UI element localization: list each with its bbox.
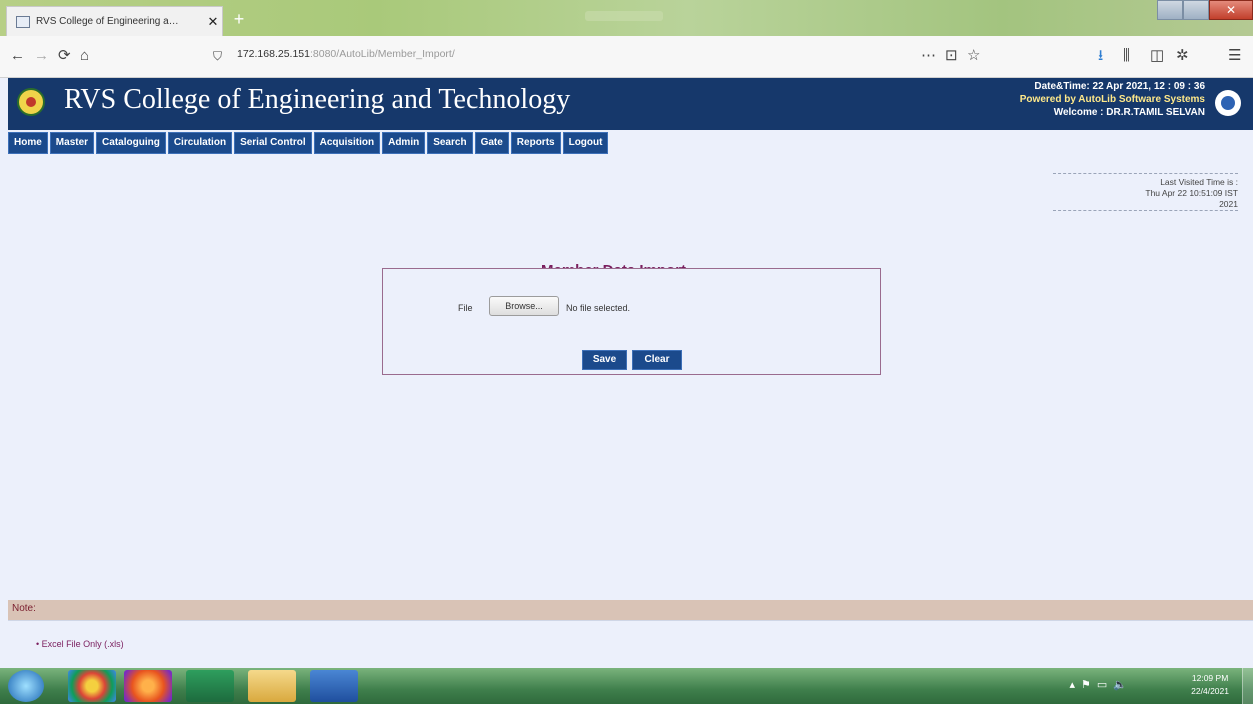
forward-icon[interactable]: → bbox=[34, 46, 49, 66]
header-info: Date&Time: 22 Apr 2021, 12 : 09 : 36 Pow… bbox=[1020, 80, 1205, 119]
bookmark-star-icon[interactable]: ☆ bbox=[967, 46, 980, 66]
menu-acquisition[interactable]: Acquisition bbox=[313, 132, 381, 154]
close-window-button[interactable]: ✕ bbox=[1209, 0, 1253, 20]
header-datetime: Date&Time: 22 Apr 2021, 12 : 09 : 36 bbox=[1034, 81, 1205, 92]
shield-icon: ⛉ bbox=[213, 49, 223, 63]
more-actions-icon[interactable]: ⋯ bbox=[921, 46, 936, 66]
menu-logout[interactable]: Logout bbox=[562, 132, 609, 154]
menu-home[interactable]: Home bbox=[8, 132, 48, 154]
taskbar: ▴⚑▭🔈 12:09 PM 22/4/2021 bbox=[0, 668, 1253, 704]
powered-by: Powered by AutoLib Software Systems bbox=[1019, 94, 1205, 105]
note-body: • Excel File Only (.xls) bbox=[8, 620, 1253, 668]
note-header: Note: bbox=[8, 600, 1253, 620]
back-icon[interactable]: ← bbox=[10, 46, 25, 66]
menu-circulation[interactable]: Circulation bbox=[167, 132, 233, 154]
favicon-icon bbox=[16, 15, 30, 28]
address-bar[interactable]: 172.168.25.151:8080/AutoLib/Member_Impor… bbox=[237, 48, 455, 60]
download-icon[interactable]: ⭳ bbox=[1098, 46, 1103, 66]
taskbar-clock[interactable]: 12:09 PM 22/4/2021 bbox=[1191, 672, 1229, 698]
browser-tab-strip: RVS College of Engineering a… ✕ + ✕ bbox=[0, 0, 1253, 36]
menu-serial-control[interactable]: Serial Control bbox=[234, 132, 312, 154]
new-tab-button[interactable]: + bbox=[229, 10, 249, 30]
menu-gate[interactable]: Gate bbox=[474, 132, 509, 154]
home-icon[interactable]: ⌂ bbox=[80, 46, 89, 66]
menu-master[interactable]: Master bbox=[49, 132, 95, 154]
last-visited-label: Last Visited Time is : bbox=[1160, 177, 1238, 187]
no-file-text: No file selected. bbox=[566, 303, 631, 313]
last-visited-box: Last Visited Time is : Thu Apr 22 10:51:… bbox=[1053, 173, 1238, 211]
sidebar-icon[interactable]: ◫ bbox=[1150, 46, 1164, 66]
menu-admin[interactable]: Admin bbox=[382, 132, 426, 154]
chrome-taskbar-icon[interactable] bbox=[68, 670, 116, 702]
menu-search[interactable]: Search bbox=[427, 132, 473, 154]
close-tab-icon[interactable]: ✕ bbox=[204, 14, 222, 30]
show-desktop-button[interactable] bbox=[1242, 668, 1253, 704]
window-controls: ✕ bbox=[1157, 0, 1253, 20]
system-tray-icons[interactable]: ▴⚑▭🔈 bbox=[1070, 678, 1133, 691]
college-name: RVS College of Engineering and Technolog… bbox=[64, 84, 571, 115]
window-title bbox=[585, 11, 663, 21]
app-header: RVS College of Engineering and Technolog… bbox=[8, 78, 1253, 130]
note-heading: Note: bbox=[12, 603, 36, 614]
firefox-taskbar-icon[interactable] bbox=[124, 670, 172, 702]
main-menu: Home Master Cataloguing Circulation Seri… bbox=[8, 132, 609, 154]
welcome-user: Welcome : DR.R.TAMIL SELVAN bbox=[1053, 107, 1205, 118]
last-visited-year: 2021 bbox=[1219, 199, 1238, 209]
folder-taskbar-icon[interactable] bbox=[248, 670, 296, 702]
pocket-icon[interactable]: ⊡ bbox=[945, 46, 958, 66]
hamburger-menu-icon[interactable]: ☰ bbox=[1228, 46, 1241, 66]
autolib-logo bbox=[1215, 90, 1241, 116]
note-item: • Excel File Only (.xls) bbox=[36, 639, 124, 649]
url-path: :8080/AutoLib/Member_Import/ bbox=[310, 48, 455, 60]
excel-taskbar-icon[interactable] bbox=[186, 670, 234, 702]
content-area bbox=[8, 156, 1253, 600]
clock-time: 12:09 PM bbox=[1191, 673, 1229, 683]
college-logo bbox=[17, 88, 45, 116]
url-host: 172.168.25.151 bbox=[237, 48, 310, 60]
extension-icon[interactable]: ✲ bbox=[1176, 46, 1189, 66]
library-icon[interactable]: ⫼ bbox=[1123, 46, 1130, 66]
minimize-button[interactable] bbox=[1157, 0, 1183, 20]
file-label: File bbox=[458, 303, 473, 313]
browse-button[interactable]: Browse... bbox=[489, 296, 559, 316]
reload-icon[interactable]: ⟳ bbox=[58, 46, 71, 66]
save-button[interactable]: Save bbox=[582, 350, 627, 370]
browser-tab[interactable]: RVS College of Engineering a… ✕ bbox=[6, 6, 223, 36]
browser-toolbar: ← → ⟳ ⌂ ⛉ 172.168.25.151:8080/AutoLib/Me… bbox=[0, 36, 1253, 78]
word-taskbar-icon[interactable] bbox=[310, 670, 358, 702]
menu-cataloguing[interactable]: Cataloguing bbox=[96, 132, 166, 154]
clock-date: 22/4/2021 bbox=[1191, 686, 1229, 696]
start-button[interactable] bbox=[8, 670, 44, 702]
maximize-button[interactable] bbox=[1183, 0, 1209, 20]
tab-title: RVS College of Engineering a… bbox=[36, 16, 179, 27]
menu-reports[interactable]: Reports bbox=[510, 132, 561, 154]
clear-button[interactable]: Clear bbox=[632, 350, 682, 370]
last-visited-value: Thu Apr 22 10:51:09 IST bbox=[1145, 188, 1238, 198]
